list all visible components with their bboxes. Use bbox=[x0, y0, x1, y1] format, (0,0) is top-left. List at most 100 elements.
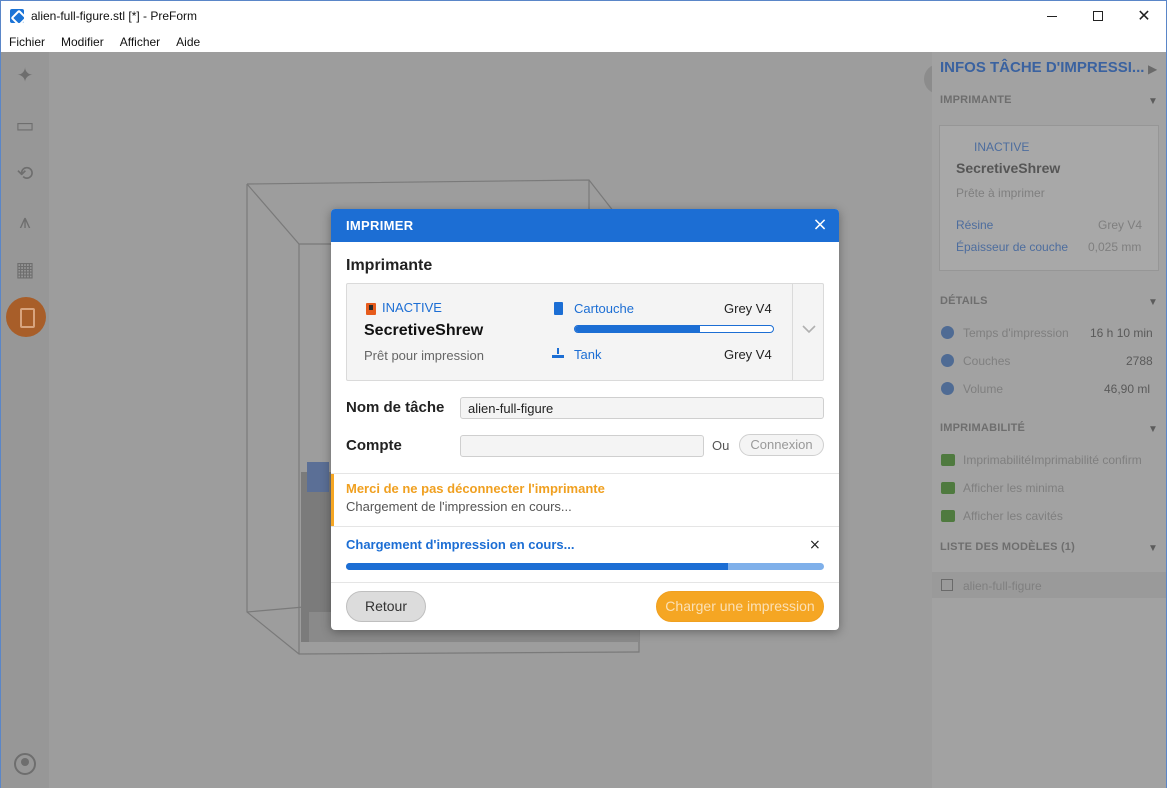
orientation-tool[interactable]: ⟲ bbox=[11, 160, 39, 188]
tank-icon bbox=[552, 348, 564, 358]
upload-progress-fill bbox=[346, 563, 729, 570]
printer-section-caret-icon[interactable]: ▼ bbox=[1148, 96, 1158, 107]
job-name-label: Nom de tâche bbox=[346, 399, 445, 416]
close-icon: ✕ bbox=[1137, 6, 1151, 25]
upload-print-button[interactable]: Charger une impression bbox=[656, 591, 824, 622]
menu-file[interactable]: Fichier bbox=[1, 31, 53, 52]
cartridge-value: Grey V4 bbox=[724, 301, 772, 316]
view-tool[interactable]: ▭ bbox=[11, 112, 39, 140]
login-button[interactable]: Connexion bbox=[739, 434, 824, 456]
warning-title: Merci de ne pas déconnecter l'imprimante bbox=[346, 481, 605, 496]
title-bar: alien-full-figure.stl [*] - PreForm ✕ bbox=[1, 1, 1166, 31]
back-button[interactable]: Retour bbox=[346, 591, 426, 622]
model-name: alien-full-figure bbox=[963, 579, 1042, 593]
chevron-down-icon[interactable] bbox=[800, 320, 818, 338]
account-icon[interactable] bbox=[14, 753, 36, 775]
printability-section-heading: IMPRIMABILITÉ bbox=[940, 422, 1026, 434]
clock-icon bbox=[941, 326, 954, 339]
volume-icon bbox=[941, 382, 954, 395]
maximize-button[interactable] bbox=[1075, 1, 1121, 31]
resin-value: Grey V4 bbox=[1098, 218, 1143, 232]
thumbs-up-icon bbox=[941, 482, 955, 494]
warning-accent-bar bbox=[331, 474, 334, 526]
printability-item: ImprimabilitéImprimabilité confirm bbox=[963, 453, 1142, 467]
layout-tool[interactable]: ▦ bbox=[11, 256, 39, 284]
tank-label: Tank bbox=[574, 347, 602, 362]
separator bbox=[331, 473, 839, 474]
orientation-icon: ⟲ bbox=[16, 163, 34, 185]
models-section-heading: LISTE DES MODÈLES (1) bbox=[940, 541, 1075, 553]
print-time-value: 16 h 10 min bbox=[1090, 326, 1153, 340]
printability-section-caret-icon[interactable]: ▼ bbox=[1148, 424, 1158, 435]
left-toolbar: ✦ ▭ ⟲ ⩚ ▦ bbox=[1, 52, 49, 788]
dialog-header: IMPRIMER × bbox=[331, 209, 839, 242]
maximize-icon bbox=[1093, 11, 1103, 21]
cartridge-icon bbox=[554, 302, 563, 315]
volume-value: 46,90 ml bbox=[1104, 382, 1151, 396]
close-icon: × bbox=[812, 214, 828, 235]
view-icon: ▭ bbox=[15, 115, 35, 137]
upload-progress-title: Chargement d'impression en cours... bbox=[346, 537, 575, 552]
volume-label: Volume bbox=[963, 382, 1004, 396]
cartridge-level-fill bbox=[575, 326, 700, 332]
window-title: alien-full-figure.stl [*] - PreForm bbox=[31, 9, 198, 23]
print-dialog: IMPRIMER × Imprimante INACTIVE Secretive… bbox=[331, 209, 839, 630]
printer-selector[interactable]: INACTIVE SecretiveShrew Prêt pour impres… bbox=[346, 283, 824, 381]
printability-item[interactable]: Afficher les cavités bbox=[963, 509, 1063, 523]
magic-wand-tool[interactable]: ✦ bbox=[11, 62, 39, 90]
minimize-icon bbox=[1047, 15, 1057, 17]
print-time-label: Temps d'impression bbox=[963, 326, 1069, 340]
job-info-panel: INFOS TÂCHE D'IMPRESSI... ▶ IMPRIMANTE ▼… bbox=[932, 52, 1166, 788]
dialog-close-button[interactable]: × bbox=[811, 215, 829, 235]
cancel-upload-button[interactable]: × bbox=[809, 537, 821, 553]
printer-state: Prêt pour impression bbox=[364, 348, 484, 363]
collapse-icon[interactable]: ▶ bbox=[1148, 62, 1157, 76]
resin-label: Résine bbox=[956, 218, 994, 232]
preform-app-icon bbox=[10, 9, 24, 23]
layer-thickness-label: Épaisseur de couche bbox=[956, 240, 1069, 254]
account-input[interactable] bbox=[460, 435, 704, 457]
printer-divider bbox=[792, 284, 793, 380]
upload-progress-bar bbox=[346, 563, 824, 570]
printer-heading: Imprimante bbox=[346, 257, 433, 274]
printability-item[interactable]: Afficher les minima bbox=[963, 481, 1064, 495]
thumbs-up-icon bbox=[941, 454, 955, 466]
close-window-button[interactable]: ✕ bbox=[1121, 1, 1167, 31]
menu-bar: Fichier Modifier Afficher Aide bbox=[1, 31, 1166, 52]
dialog-title: IMPRIMER bbox=[346, 218, 414, 233]
job-name-input[interactable] bbox=[460, 397, 824, 419]
layers-value: 2788 bbox=[1126, 354, 1153, 368]
printer-name: SecretiveShrew bbox=[364, 322, 484, 339]
print-tool[interactable] bbox=[6, 297, 46, 337]
menu-edit[interactable]: Modifier bbox=[53, 31, 112, 52]
printer-status: INACTIVE bbox=[974, 140, 1030, 154]
printer-name: SecretiveShrew bbox=[956, 160, 1061, 176]
cartridge-label: Cartouche bbox=[574, 301, 634, 316]
separator bbox=[331, 526, 839, 527]
tank-value: Grey V4 bbox=[724, 347, 772, 362]
layout-icon: ▦ bbox=[15, 259, 35, 281]
menu-help[interactable]: Aide bbox=[168, 31, 208, 52]
details-section-caret-icon[interactable]: ▼ bbox=[1148, 297, 1158, 308]
model-checkbox[interactable] bbox=[941, 579, 953, 591]
separator bbox=[331, 582, 839, 583]
printer-section-heading: IMPRIMANTE bbox=[940, 94, 1012, 106]
printer-status-icon bbox=[366, 303, 376, 315]
layers-label: Couches bbox=[963, 354, 1011, 368]
details-section-heading: DÉTAILS bbox=[940, 295, 988, 307]
magic-wand-icon: ✦ bbox=[16, 65, 34, 87]
minimize-button[interactable] bbox=[1029, 1, 1075, 31]
cartridge-level-bar bbox=[574, 325, 774, 333]
printer-state: Prête à imprimer bbox=[956, 186, 1045, 200]
layers-icon bbox=[941, 354, 954, 367]
printer-status: INACTIVE bbox=[382, 300, 442, 315]
thumbs-up-icon bbox=[941, 510, 955, 522]
warning-text: Chargement de l'impression en cours... bbox=[346, 499, 572, 514]
printer-card[interactable]: INACTIVE SecretiveShrew Prête à imprimer… bbox=[939, 125, 1159, 271]
supports-icon: ⩚ bbox=[19, 211, 31, 233]
panel-title: INFOS TÂCHE D'IMPRESSI... bbox=[940, 59, 1145, 76]
menu-view[interactable]: Afficher bbox=[112, 31, 168, 52]
supports-tool[interactable]: ⩚ bbox=[11, 208, 39, 236]
models-section-caret-icon[interactable]: ▼ bbox=[1148, 543, 1158, 554]
account-label: Compte bbox=[346, 437, 402, 454]
